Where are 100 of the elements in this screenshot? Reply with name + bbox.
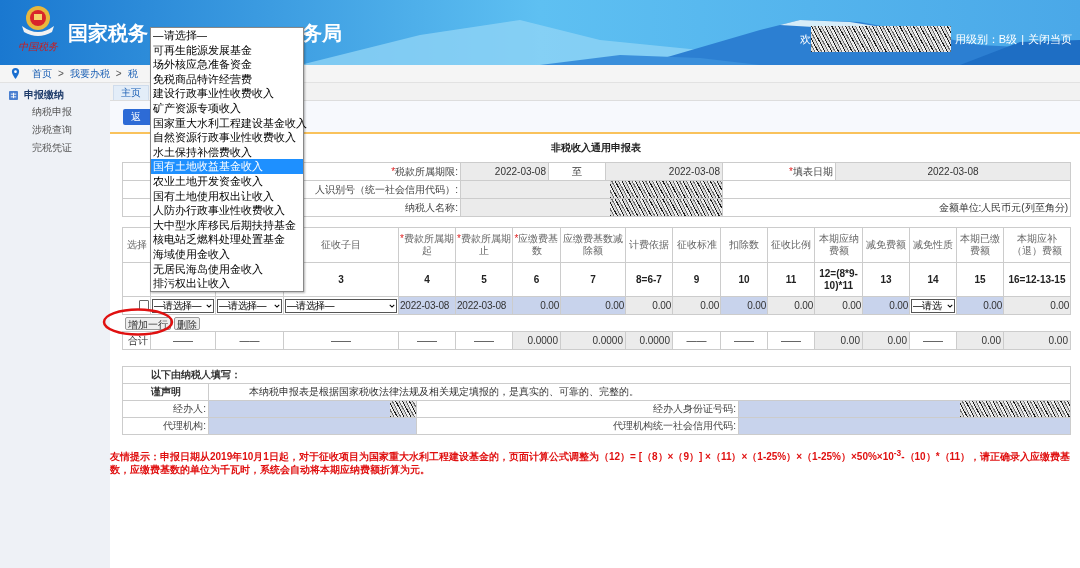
column-header: *费款所属期起 — [400, 233, 454, 256]
column-number: 13 — [880, 273, 892, 285]
table-cell: —— — [923, 335, 943, 346]
form-title: 非税收入通用申报表 — [551, 141, 641, 155]
dropdown-option[interactable]: 场外核应急准备资金 — [151, 57, 303, 72]
table-cell: 0.00 — [887, 335, 907, 346]
field-label: 代理机构统一社会信用代码: — [613, 420, 736, 431]
dropdown-option[interactable]: 自然资源行政事业性收费收入 — [151, 130, 303, 145]
dropdown-select[interactable]: —请选择— — [152, 298, 214, 313]
table-cell: 0.00 — [794, 300, 813, 311]
dropdown-option[interactable]: 国有土地使用权出让收入 — [151, 188, 303, 204]
dropdown-select[interactable]: —请选 — [911, 298, 955, 313]
column-header: 计费依据 — [629, 239, 669, 250]
dropdown-option[interactable]: 大中型水库移民后期扶持基金 — [151, 217, 303, 233]
table-cell: 0.0000 — [527, 335, 558, 346]
dropdown-option[interactable]: 人防办行政事业性收费收入 — [151, 203, 303, 218]
dropdown-option[interactable]: 农业土地开发资金收入 — [151, 173, 303, 189]
field-label: 人识别号（统一社会信用代码）: — [315, 183, 458, 195]
column-header: 本期已缴费额 — [960, 233, 1000, 256]
range-to-text: 至 — [572, 165, 582, 177]
column-number: 5 — [481, 273, 487, 285]
breadcrumb-link[interactable]: 我要办税 — [69, 66, 110, 81]
dropdown-option[interactable]: 排污权出让收入 — [151, 276, 303, 291]
field-label: 经办人身份证号码: — [653, 403, 736, 414]
welcome-text: 欢 — [799, 31, 811, 47]
sidebar-item[interactable]: 纳税申报 — [0, 103, 110, 121]
delete-button[interactable]: 删除 — [173, 316, 200, 330]
date-value: 2022-03-08 — [668, 166, 720, 177]
table-cell: —— — [417, 335, 437, 346]
dropdown-select[interactable]: —请选择— — [217, 298, 282, 313]
column-header: 征收比例 — [771, 239, 811, 250]
grid-icon — [9, 90, 18, 100]
column-header: 选择 — [126, 239, 147, 250]
dropdown-option[interactable]: 无居民海岛使用金收入 — [151, 261, 303, 277]
input-field[interactable]: 0.00 — [605, 300, 624, 311]
column-number: 9 — [693, 273, 700, 285]
column-number: 15 — [974, 273, 986, 285]
table-cell: 0.0000 — [639, 335, 670, 346]
dropdown-option[interactable]: 免税商品特许经营费 — [151, 71, 303, 87]
breadcrumb-link[interactable]: 首页 — [32, 66, 52, 81]
field-label: 经办人: — [173, 403, 206, 414]
field-label: *税款所属期限: — [391, 165, 458, 177]
sidebar-item[interactable]: 完税凭证 — [0, 139, 110, 157]
table-cell: —— — [239, 335, 260, 346]
caret-icon — [274, 303, 280, 308]
column-header: *应缴费基数 — [514, 233, 559, 256]
breadcrumb-link[interactable]: 税 — [127, 66, 138, 81]
table-cell: 0.00 — [1048, 335, 1068, 346]
column-number: 14 — [927, 273, 939, 285]
sidebar-item[interactable]: 涉税查询 — [0, 121, 110, 139]
dropdown-option[interactable]: 核电站乏燃料处理处置基金 — [151, 232, 303, 247]
column-header: 本期应纳费额 — [818, 233, 859, 256]
dropdown-select[interactable]: —请选择— — [285, 298, 397, 313]
column-number: 6 — [533, 273, 540, 285]
row-checkbox[interactable] — [139, 299, 149, 310]
tip-text: 友情提示：申报日期从2019年10月1日起，对于征收项目为国家重大水利工程建设基金的，页面计算公式调整为（12）= [（8）×（9）] ×（11）×（1-25%）×（1-25%）×50%×10$^{-3}$-（10）*（11），请正确录入应缴费基数，应缴费基数的单位为千瓦时，系统会自动将本期应纳费额折算为元。 — [110, 447, 1072, 477]
column-number: 12=(8*9-10)*11 — [819, 267, 858, 291]
dropdown-option[interactable]: 海域使用金收入 — [151, 246, 303, 262]
column-header: *费款所属期止 — [457, 233, 511, 256]
field-label: 纳税人名称: — [405, 201, 458, 213]
table-cell: 0.00 — [700, 300, 719, 311]
column-header: 征收标准 — [676, 239, 717, 250]
column-header: 减免费额 — [866, 239, 906, 250]
column-number: 4 — [424, 273, 430, 285]
site-title-tail: 务局 — [302, 21, 342, 46]
table-cell: 0.00 — [840, 335, 860, 346]
add-row-button[interactable]: 增加一行 — [124, 316, 171, 330]
field-label: 代理机构: — [163, 420, 206, 431]
table-cell: 0.00 — [652, 300, 671, 311]
table-cell: —— — [331, 335, 351, 346]
caret-icon — [947, 303, 953, 308]
redaction-block — [390, 401, 416, 417]
breadcrumb-separator: > — [115, 68, 122, 79]
table-cell: 0.00 — [842, 300, 861, 311]
column-header: 减免性质 — [913, 239, 953, 250]
table-cell: —— — [173, 335, 193, 346]
column-number: 3 — [338, 273, 344, 285]
dropdown-option[interactable]: 可再生能源发展基金 — [151, 42, 303, 58]
dropdown-option[interactable]: 水土保持补偿费收入 — [151, 144, 303, 160]
date-value: 2022-03-08 — [927, 166, 979, 177]
logo-text: 中国税务 — [18, 40, 58, 54]
column-number: 11 — [785, 273, 797, 285]
dropdown-option[interactable]: 建设行政事业性收费收入 — [151, 86, 303, 101]
column-header: 扣除数 — [729, 239, 759, 250]
dropdown-option[interactable]: —请选择— — [151, 28, 303, 43]
table-cell: 0.00 — [981, 335, 1001, 346]
column-number: 16=12-13-15 — [1008, 273, 1066, 285]
separator-text: | — [1021, 33, 1024, 45]
sidebar-heading: 申报缴纳 — [24, 88, 64, 102]
table-cell: 0.0000 — [592, 335, 623, 346]
annotation-circle — [102, 308, 174, 336]
column-number: 7 — [590, 273, 596, 285]
caret-icon — [389, 303, 395, 308]
table-cell: 0.00 — [1050, 300, 1069, 311]
amount-unit-text: 金额单位:人民币元(列至角分) — [938, 201, 1068, 213]
column-header: 征收子目 — [321, 239, 361, 250]
column-number: 10 — [738, 273, 750, 285]
tab[interactable]: 主页 — [113, 85, 149, 100]
site-title: 国家税务 — [68, 21, 148, 46]
statement-label: 谨声明 — [150, 386, 181, 397]
